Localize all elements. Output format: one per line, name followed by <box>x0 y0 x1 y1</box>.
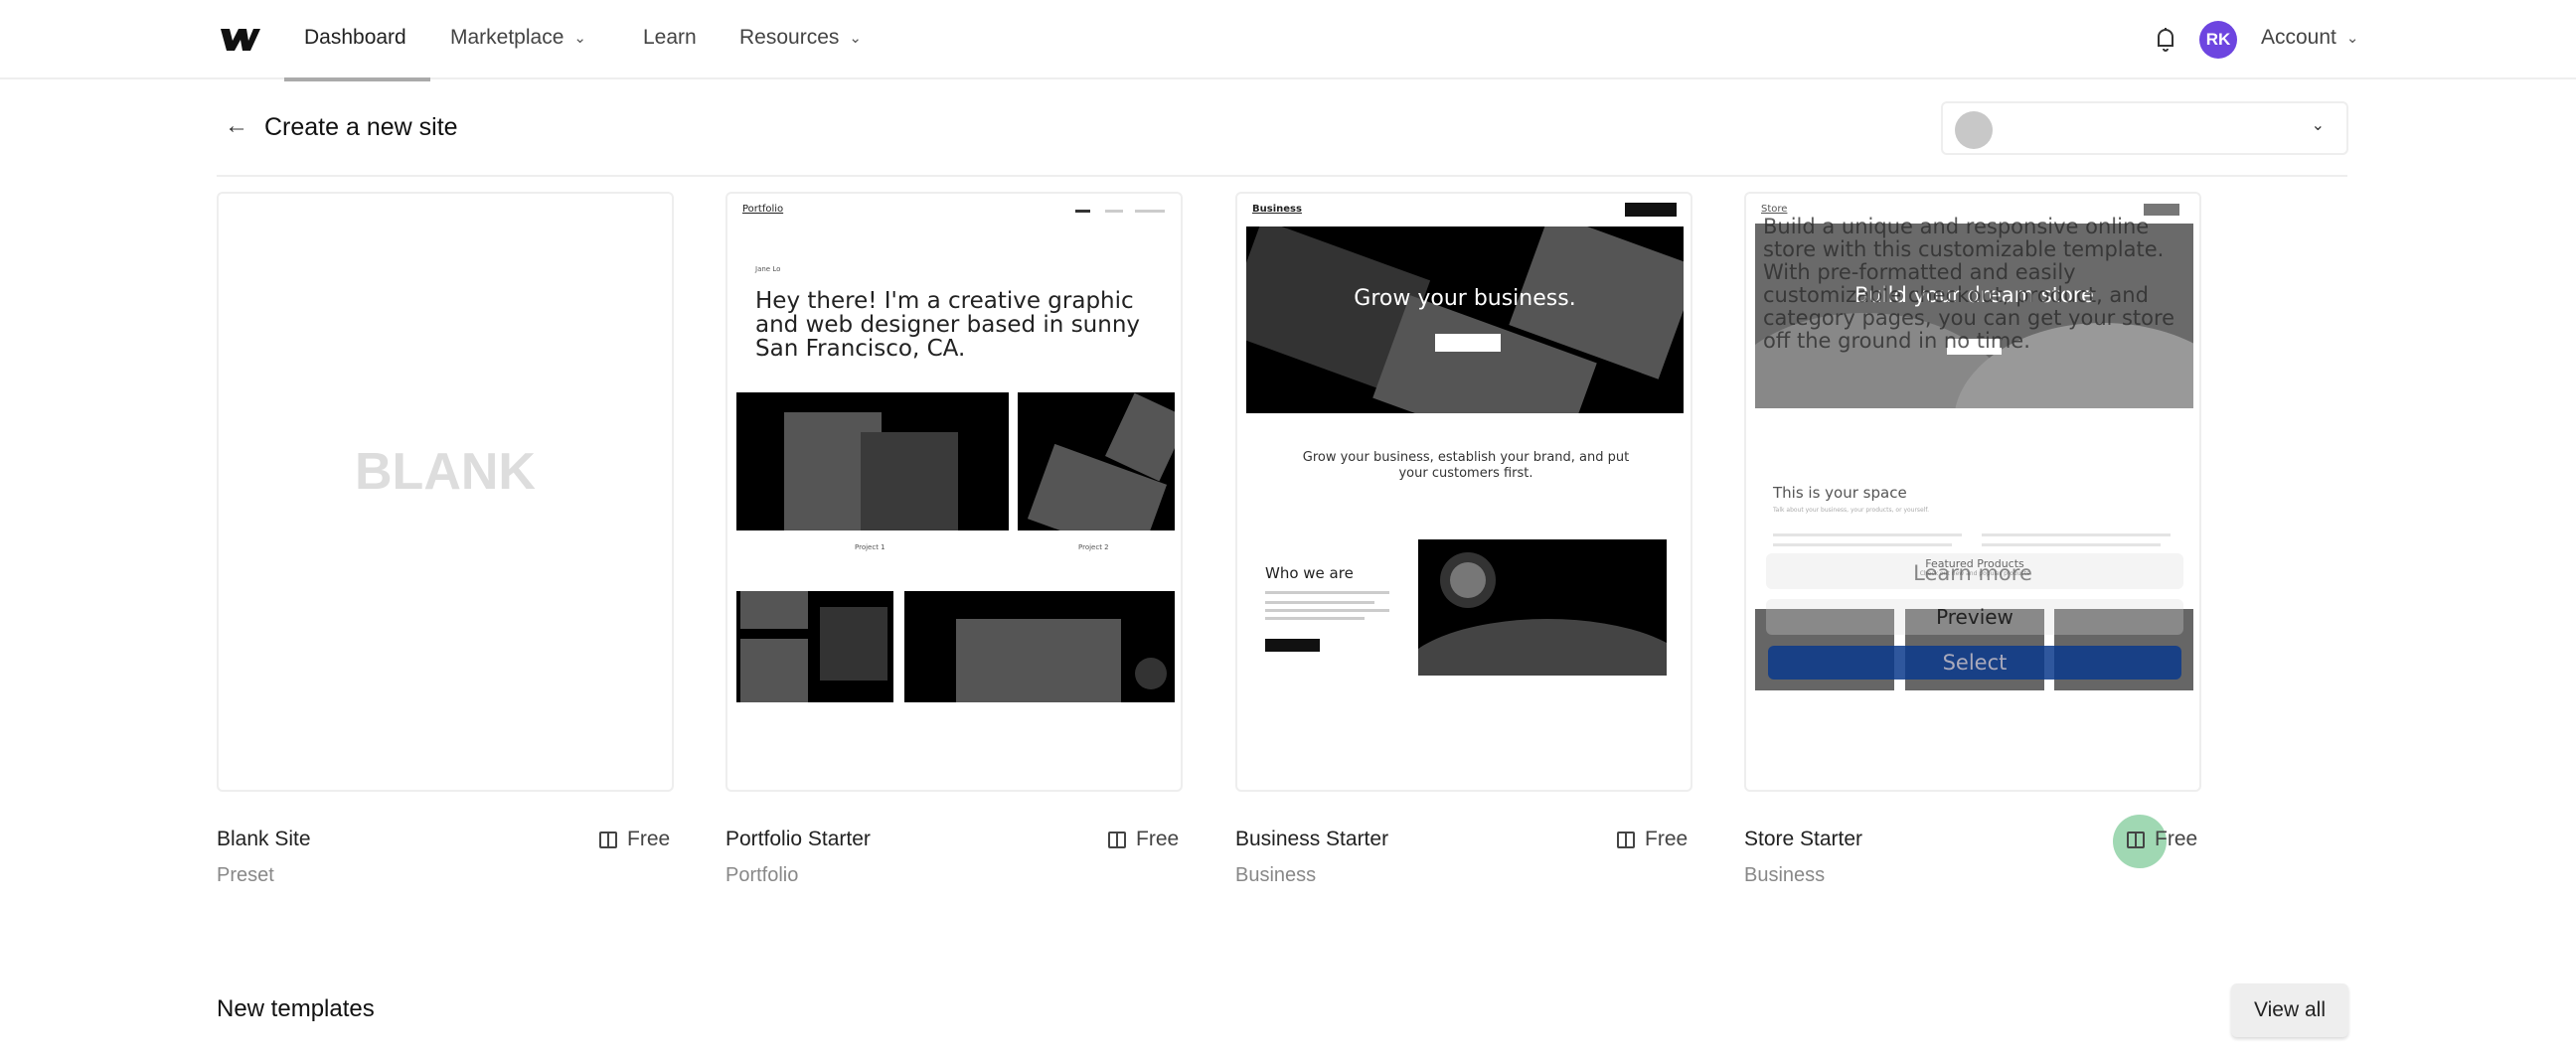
view-all-button[interactable]: View all <box>2231 983 2348 1037</box>
nav-learn[interactable]: Learn <box>643 26 697 50</box>
price-label: Free <box>2155 828 2198 850</box>
preview-text: Jane Lo <box>755 265 781 273</box>
nav-label: Marketplace <box>450 26 564 49</box>
blank-preview: BLANK <box>355 443 536 501</box>
card-category: Portfolio <box>725 864 799 886</box>
bell-icon[interactable] <box>2155 26 2176 54</box>
chevron-down-icon: ⌄ <box>2311 117 2325 134</box>
preview-text: Talk about your business, your products,… <box>1773 507 1929 514</box>
preview-text: Project 1 <box>855 543 886 551</box>
chevron-down-icon: ⌄ <box>849 30 862 47</box>
gift-icon <box>2127 831 2145 848</box>
card-category: Business <box>1235 864 1317 886</box>
avatar[interactable]: RK <box>2199 21 2237 59</box>
divider <box>217 175 2347 177</box>
price-badge: Free <box>1108 828 1179 851</box>
price-label: Free <box>1136 828 1180 850</box>
section-title: New templates <box>217 995 375 1022</box>
preview-hero-title: Grow your business. <box>1354 286 1576 311</box>
price-label: Free <box>1645 828 1689 850</box>
preview-logo: Store <box>1761 204 1788 215</box>
preview-logo: Business <box>1252 204 1302 215</box>
card-category: Preset <box>217 864 274 886</box>
template-card-blank[interactable]: BLANK <box>217 192 674 792</box>
chevron-down-icon: ⌄ <box>2345 30 2359 47</box>
gift-icon <box>1617 831 1635 848</box>
chevron-down-icon: ⌄ <box>573 30 586 47</box>
nav-label: Resources <box>739 26 840 49</box>
preview-tagline: Grow your business, establish your brand… <box>1302 450 1630 481</box>
active-tab-indicator <box>284 77 430 81</box>
preview-button[interactable]: Preview <box>1766 599 2183 635</box>
price-label: Free <box>627 828 671 850</box>
preview-heading: This is your space <box>1773 484 1907 502</box>
gift-icon <box>599 831 617 848</box>
template-card-business[interactable]: Business Grow your business. Grow your b… <box>1235 192 1692 792</box>
nav-resources[interactable]: Resources ⌄ <box>739 26 862 50</box>
nav-marketplace[interactable]: Marketplace ⌄ <box>450 26 586 50</box>
preview-heading: Who we are <box>1265 564 1354 582</box>
card-title[interactable]: Blank Site <box>217 828 311 851</box>
price-badge: Free <box>599 828 670 851</box>
nav-label: Dashboard <box>304 26 406 49</box>
select-button[interactable]: Select <box>1768 646 2181 680</box>
gift-icon <box>1108 831 1126 848</box>
template-description: Build a unique and responsive online sto… <box>1763 215 2175 353</box>
card-category: Business <box>1744 864 1826 886</box>
account-label: Account <box>2261 26 2336 49</box>
workspace-select[interactable]: ⌄ <box>1941 101 2348 155</box>
back-arrow-icon[interactable]: ← <box>225 112 248 140</box>
card-title[interactable]: Business Starter <box>1235 828 1388 851</box>
preview-text: Project 2 <box>1078 543 1109 551</box>
card-title[interactable]: Portfolio Starter <box>725 828 871 851</box>
preview-headline: Hey there! I'm a creative graphic and we… <box>755 288 1141 362</box>
card-title[interactable]: Store Starter <box>1744 828 1862 851</box>
nav-dashboard[interactable]: Dashboard <box>304 26 406 50</box>
page-title: Create a new site <box>264 113 458 141</box>
webflow-logo-icon[interactable] <box>221 27 260 53</box>
preview-logo: Portfolio <box>742 204 784 215</box>
preview-contact-button <box>1625 203 1677 217</box>
nav-label: Learn <box>643 26 697 49</box>
price-badge: Free <box>2127 828 2197 851</box>
learn-more-button[interactable]: Learn more <box>1746 561 2199 585</box>
template-card-store[interactable]: Store Build your dream store This is you… <box>1744 192 2201 792</box>
price-badge: Free <box>1617 828 1688 851</box>
account-menu[interactable]: Account ⌄ <box>2261 26 2358 50</box>
template-card-portfolio[interactable]: Portfolio Jane Lo Hey there! I'm a creat… <box>725 192 1183 792</box>
workspace-icon <box>1955 111 1993 149</box>
preview-button <box>1435 334 1501 352</box>
top-nav: Dashboard Marketplace ⌄ Learn Resources ⌄ … <box>0 0 2576 79</box>
